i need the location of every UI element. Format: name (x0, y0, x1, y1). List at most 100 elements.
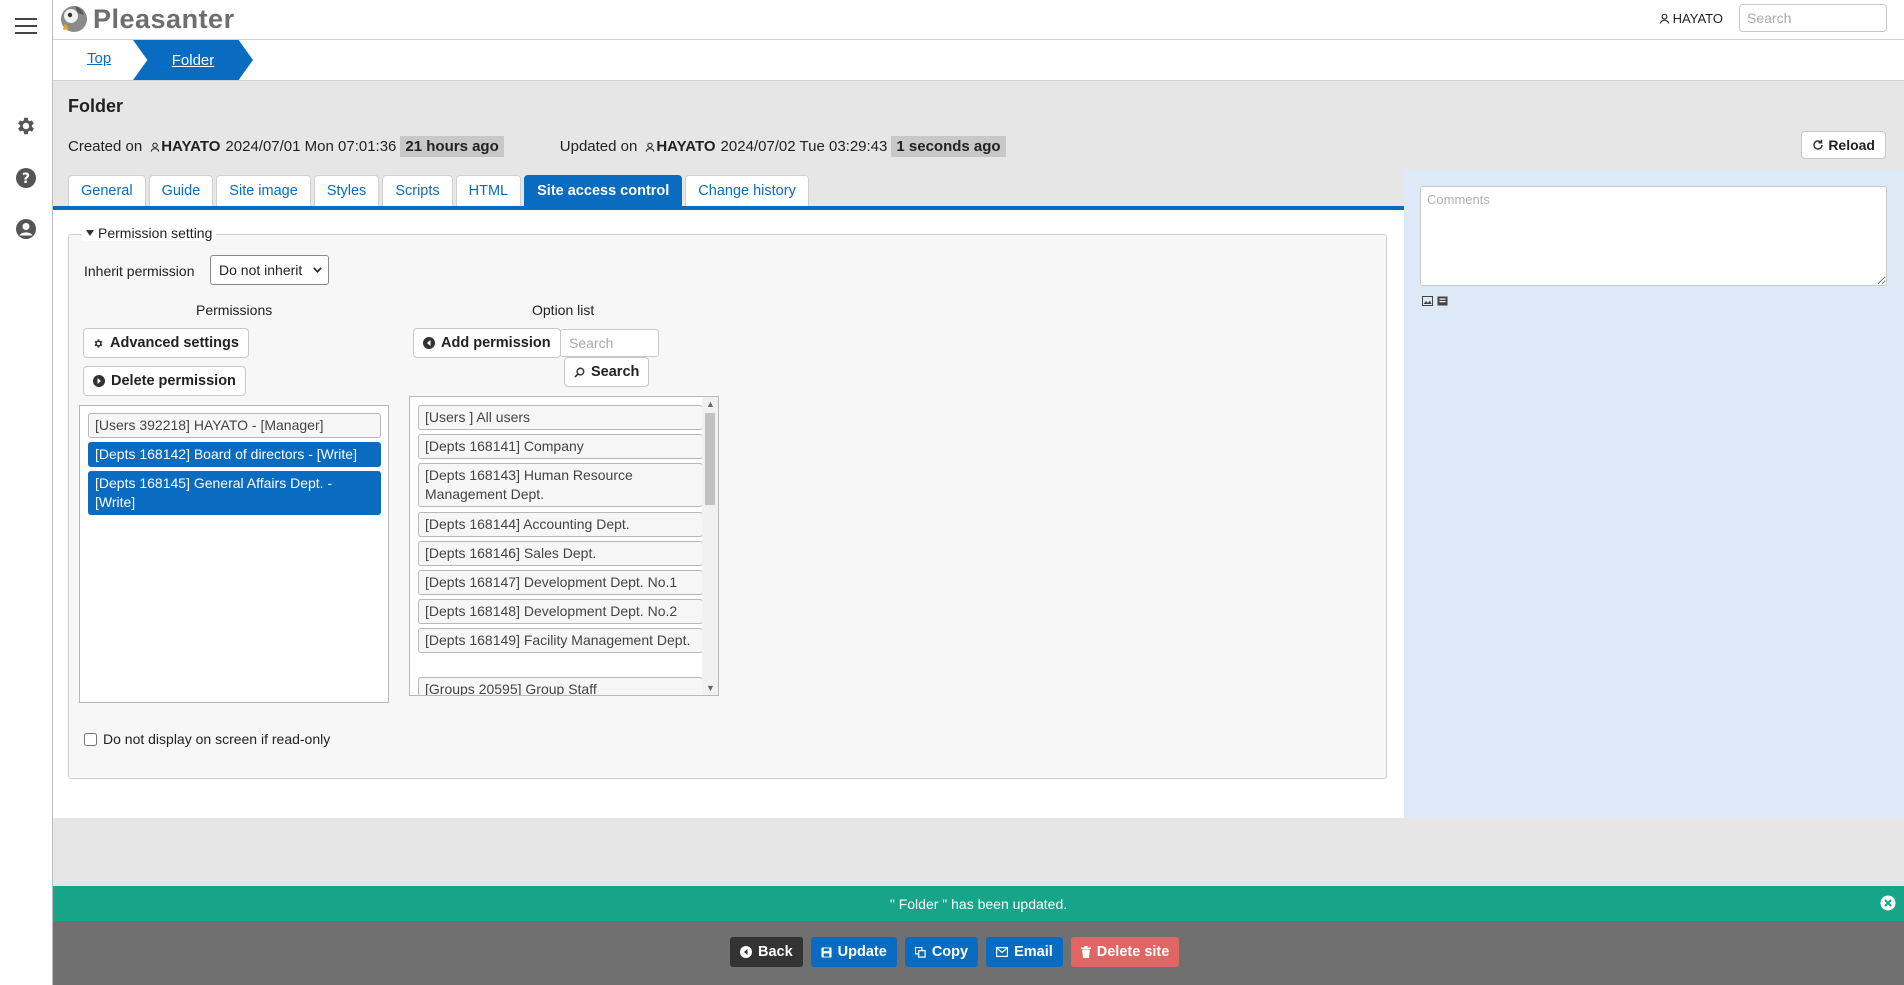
advanced-settings-label: Advanced settings (110, 335, 239, 351)
comments-textarea[interactable] (1420, 186, 1887, 286)
option-item[interactable]: [Depts 168146] Sales Dept. (418, 541, 703, 566)
option-item[interactable]: [Depts 168143] Human Resource Management… (418, 463, 703, 507)
option-list[interactable]: [Users ] All users [Depts 168141] Compan… (409, 396, 719, 696)
option-item[interactable]: [Depts 168141] Company (418, 434, 703, 459)
tab-general[interactable]: General (68, 175, 146, 206)
tab-scripts[interactable]: Scripts (382, 175, 453, 206)
option-item[interactable]: [Depts 168144] Accounting Dept. (418, 512, 703, 537)
breadcrumb-folder-link[interactable]: Folder (133, 40, 253, 80)
option-search-input[interactable] (560, 329, 659, 357)
updated-user[interactable]: HAYATO (656, 138, 715, 155)
inherit-permission-select[interactable]: Do not inherit (210, 255, 329, 285)
add-permission-label: Add permission (441, 335, 551, 351)
copy-label: Copy (931, 944, 969, 960)
footer-bar: Back Update Copy Email Delete site (53, 921, 1904, 985)
created-label: Created on (68, 138, 143, 155)
menu-icon[interactable] (13, 13, 39, 39)
scrollbar-thumb[interactable] (705, 413, 715, 505)
search-icon (574, 367, 585, 378)
user-icon (1659, 13, 1669, 24)
option-search-label: Search (591, 364, 640, 380)
permission-legend-label: Permission setting (98, 225, 213, 241)
trash-icon (1080, 946, 1091, 958)
update-label: Update (837, 944, 887, 960)
delete-permission-button[interactable]: Delete permission (83, 366, 246, 396)
advanced-settings-button[interactable]: Advanced settings (83, 328, 249, 358)
user-icon (150, 142, 160, 152)
created-ago-badge: 21 hours ago (400, 136, 504, 157)
copy-button[interactable]: Copy (904, 937, 979, 967)
copy-icon (914, 946, 926, 958)
reload-icon (1813, 139, 1824, 150)
update-button[interactable]: Update (810, 937, 897, 967)
gear-icon (94, 338, 103, 348)
current-user[interactable]: HAYATO (1659, 11, 1723, 26)
readonly-checkbox[interactable] (84, 732, 97, 746)
header-search-input[interactable] (1739, 4, 1887, 32)
reload-label: Reload (1828, 137, 1875, 153)
app-logo[interactable]: Pleasanter (59, 3, 235, 35)
inherit-permission-label: Inherit permission (84, 263, 195, 279)
readonly-checkbox-label: Do not display on screen if read-only (103, 731, 331, 747)
option-search-button[interactable]: Search (564, 357, 650, 387)
updated-ago-badge: 1 seconds ago (891, 136, 1006, 157)
permission-item[interactable]: [Users 392218] HAYATO - [Manager] (88, 413, 381, 438)
circle-arrow-left-icon (740, 946, 752, 958)
svg-text:?: ? (22, 171, 30, 187)
add-permission-button[interactable]: Add permission (413, 328, 561, 358)
created-datetime: 2024/07/01 Mon 07:01:36 (225, 138, 397, 155)
delete-permission-label: Delete permission (111, 373, 236, 389)
chevron-down-icon (313, 267, 322, 273)
permission-legend[interactable]: Permission setting (82, 225, 217, 241)
breadcrumb-top-link[interactable]: Top (87, 50, 111, 67)
circle-arrow-left-icon (423, 337, 435, 349)
caret-down-icon (86, 230, 94, 236)
help-icon[interactable]: ? (13, 165, 39, 191)
app-name: Pleasanter (93, 3, 235, 34)
readonly-checkbox-row[interactable]: Do not display on screen if read-only (84, 731, 330, 747)
image-icon[interactable] (1422, 296, 1433, 306)
updated-label: Updated on (559, 138, 638, 155)
gear-icon[interactable] (13, 113, 39, 139)
back-button[interactable]: Back (730, 937, 803, 967)
user-account-icon[interactable] (13, 216, 39, 242)
page-title: Folder (68, 96, 124, 116)
email-button[interactable]: Email (986, 937, 1063, 967)
user-name: HAYATO (1672, 11, 1723, 26)
option-item[interactable]: [Users ] All users (418, 405, 703, 430)
comment-tools (1422, 296, 1448, 306)
permission-item[interactable]: [Depts 168142] Board of directors - [Wri… (88, 442, 381, 467)
option-list-scrollbar[interactable]: ▲ ▼ (702, 397, 718, 695)
permission-item[interactable]: [Depts 168145] General Affairs Dept. - [… (88, 471, 381, 515)
back-label: Back (758, 944, 793, 960)
top-header: Pleasanter HAYATO (53, 0, 1904, 40)
record-meta: Created on HAYATO 2024/07/01 Mon 07:01:3… (68, 136, 1006, 157)
scroll-down-icon[interactable]: ▼ (706, 683, 715, 693)
circle-arrow-right-icon (93, 375, 105, 387)
email-label: Email (1014, 944, 1053, 960)
tab-guide[interactable]: Guide (148, 175, 214, 206)
option-list-heading: Option list (532, 302, 595, 318)
left-rail: ? (0, 0, 53, 985)
tab-change-history[interactable]: Change history (685, 175, 809, 206)
tab-site-image[interactable]: Site image (216, 175, 311, 206)
scroll-up-icon[interactable]: ▲ (706, 399, 715, 409)
attachment-icon[interactable] (1437, 296, 1448, 306)
current-permissions-list[interactable]: [Users 392218] HAYATO - [Manager] [Depts… (79, 405, 389, 703)
pleasanter-logo-icon (61, 6, 87, 32)
tab-styles[interactable]: Styles (313, 175, 380, 206)
tab-site-access-control[interactable]: Site access control (524, 175, 683, 206)
option-item[interactable]: [Groups 20595] Group Staff (418, 677, 703, 695)
delete-site-label: Delete site (1096, 944, 1170, 960)
delete-site-button[interactable]: Delete site (1070, 937, 1180, 967)
footer-actions: Back Update Copy Email Delete site (730, 937, 1180, 967)
user-icon (646, 142, 655, 152)
close-icon[interactable] (1880, 895, 1896, 911)
option-item[interactable]: [Depts 168148] Development Dept. No.2 (418, 599, 703, 624)
created-user[interactable]: HAYATO (161, 138, 220, 155)
tab-html[interactable]: HTML (455, 175, 522, 206)
reload-button[interactable]: Reload (1801, 131, 1886, 159)
mail-icon (996, 947, 1009, 957)
option-item[interactable]: [Depts 168149] Facility Management Dept. (418, 628, 703, 653)
option-item[interactable]: [Depts 168147] Development Dept. No.1 (418, 570, 703, 595)
